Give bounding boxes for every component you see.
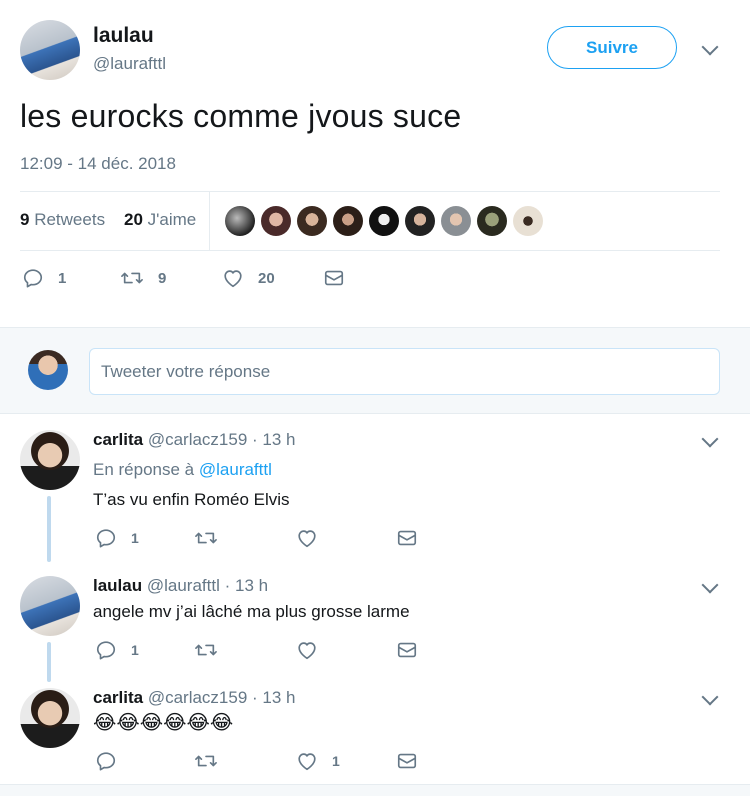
envelope-icon (397, 753, 417, 769)
retweets-count[interactable]: 9 (20, 210, 29, 229)
chevron-down-icon[interactable] (701, 688, 719, 706)
heart-icon (298, 753, 316, 771)
divider (20, 191, 720, 192)
reply-icon (96, 641, 116, 660)
liker-avatar[interactable] (441, 206, 471, 236)
reply-text: 😂😂😂😂😂😂 (93, 712, 234, 734)
retweet-icon (195, 644, 217, 656)
like-action[interactable]: 1 (296, 750, 340, 772)
reply-avatar[interactable] (20, 688, 80, 748)
liker-avatar[interactable] (369, 206, 399, 236)
in-reply-to: En réponse à @laurafttl (93, 460, 272, 480)
like-count: 20 (258, 269, 275, 287)
divider (209, 192, 210, 250)
retweet-icon (195, 532, 217, 544)
like-action[interactable]: 20 (222, 267, 275, 289)
envelope-icon (397, 642, 417, 658)
heart-icon (298, 530, 316, 548)
liker-avatar[interactable] (477, 206, 507, 236)
retweet-action[interactable] (194, 750, 218, 772)
reply-header: laulau @laurafttl · 13 h (93, 576, 268, 596)
tweet-text: les eurocks comme jvous suce (20, 98, 462, 134)
main-tweet: laulau @laurafttl Suivre les eurocks com… (0, 0, 750, 327)
liker-avatar[interactable] (333, 206, 363, 236)
retweet-action[interactable] (194, 639, 218, 661)
in-reply-prefix: En réponse à (93, 460, 195, 479)
liker-avatar[interactable] (225, 206, 255, 236)
liker-avatar[interactable] (297, 206, 327, 236)
envelope-icon (397, 530, 417, 546)
follow-button[interactable]: Suivre (547, 26, 677, 69)
reply-author-handle[interactable]: @carlacz159 (148, 430, 247, 449)
heart-icon (298, 642, 316, 660)
reply-header: carlita @carlacz159 · 13 h (93, 688, 296, 708)
author-handle[interactable]: @laurafttl (93, 54, 166, 74)
reply-text: angele mv j’ai lâché ma plus grosse larm… (93, 602, 410, 621)
reply-author-handle[interactable]: @laurafttl (147, 576, 220, 595)
reply-action[interactable]: 1 (22, 267, 66, 289)
retweet-icon (121, 272, 143, 284)
thread-line (47, 642, 51, 682)
likes-label[interactable]: J'aime (148, 210, 197, 229)
retweets-label[interactable]: Retweets (34, 210, 105, 229)
retweet-action[interactable] (194, 527, 218, 549)
reply-author-name[interactable]: carlita (93, 688, 143, 707)
liker-avatar[interactable] (513, 206, 543, 236)
author-avatar[interactable] (20, 20, 80, 80)
reply-icon (96, 529, 116, 548)
reply-author-name[interactable]: carlita (93, 430, 143, 449)
message-action[interactable] (396, 527, 418, 549)
message-action[interactable] (396, 639, 418, 661)
reply-avatar[interactable] (20, 576, 80, 636)
reply-count: 1 (58, 269, 67, 287)
likers-avatars (225, 206, 543, 236)
envelope-icon (324, 270, 344, 286)
like-count: 1 (332, 753, 340, 769)
reply-count: 1 (131, 530, 139, 546)
message-action[interactable] (396, 750, 418, 772)
like-action[interactable] (296, 527, 318, 549)
chevron-down-icon[interactable] (701, 38, 719, 56)
reply-icon (23, 269, 43, 288)
reply-icon (96, 752, 116, 771)
likes-count[interactable]: 20 (124, 210, 143, 229)
reply-input[interactable]: Tweeter votre réponse (89, 348, 720, 395)
reply-author-handle[interactable]: @carlacz159 (148, 688, 247, 707)
reply-avatar[interactable] (20, 430, 80, 490)
liker-avatar[interactable] (405, 206, 435, 236)
reply-time[interactable]: · 13 h (225, 576, 268, 595)
in-reply-handle[interactable]: @laurafttl (199, 460, 272, 479)
chevron-down-icon[interactable] (701, 430, 719, 448)
tweet-stats: 9 Retweets 20 J'aime (20, 210, 196, 230)
liker-avatar[interactable] (261, 206, 291, 236)
reply-count: 1 (131, 642, 139, 658)
reply-tweet[interactable]: carlita @carlacz159 · 13 h En réponse à … (0, 414, 750, 570)
tweet-timestamp[interactable]: 12:09 - 14 déc. 2018 (20, 154, 176, 174)
reply-action[interactable]: 1 (95, 527, 139, 549)
retweet-icon (195, 755, 217, 767)
reply-author-name[interactable]: laulau (93, 576, 142, 595)
reply-header: carlita @carlacz159 · 13 h (93, 430, 296, 450)
reply-tweet[interactable]: laulau @laurafttl · 13 h angele mv j’ai … (0, 570, 750, 682)
thread-line (47, 496, 51, 562)
reply-action[interactable]: 1 (95, 639, 139, 661)
author-name[interactable]: laulau (93, 24, 154, 48)
reply-text: T’as vu enfin Roméo Elvis (93, 490, 290, 509)
divider (20, 250, 720, 251)
reply-action[interactable] (95, 750, 117, 772)
like-action[interactable] (296, 639, 318, 661)
current-user-avatar[interactable] (28, 350, 68, 390)
message-action[interactable] (323, 267, 345, 289)
heart-icon (224, 270, 242, 288)
reply-time[interactable]: · 13 h (252, 430, 295, 449)
footer-divider (0, 784, 750, 796)
retweet-count: 9 (158, 269, 167, 287)
reply-tweet[interactable]: carlita @carlacz159 · 13 h 😂😂😂😂😂😂 1 (0, 682, 750, 784)
reply-compose-area: Tweeter votre réponse (0, 327, 750, 414)
reply-time[interactable]: · 13 h (252, 688, 295, 707)
chevron-down-icon[interactable] (701, 576, 719, 594)
retweet-action[interactable]: 9 (120, 267, 166, 289)
